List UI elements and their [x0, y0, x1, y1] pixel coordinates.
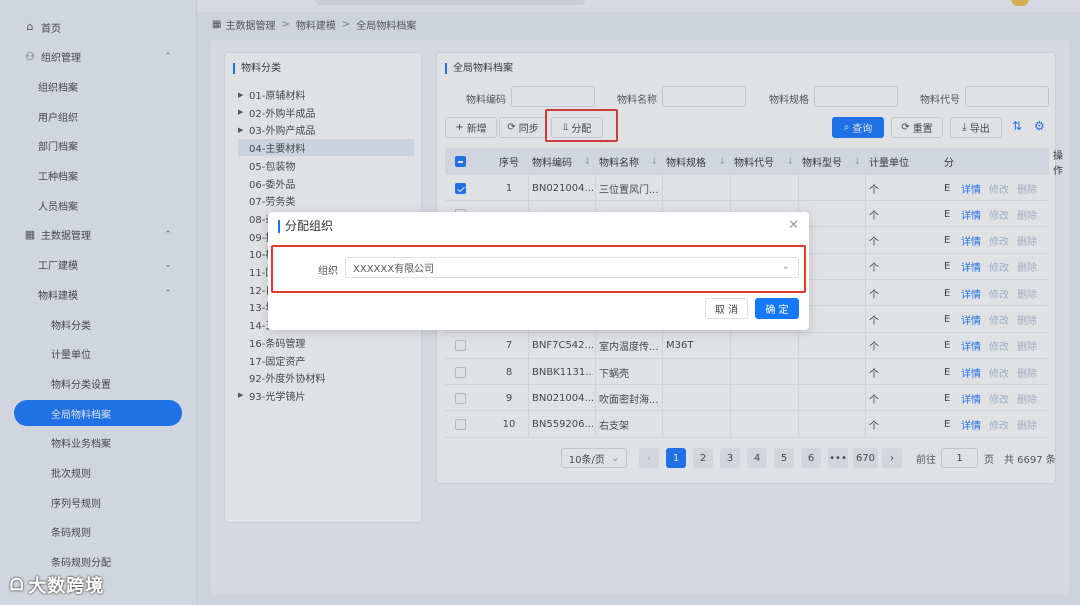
cancel-button[interactable]: 取 消 [705, 298, 748, 319]
dialog-title: 分配组织 [278, 220, 333, 233]
close-icon[interactable]: ✕ [788, 218, 799, 233]
confirm-button[interactable]: 确 定 [755, 298, 799, 319]
brand-logo-icon: ᗝ [10, 575, 25, 594]
watermark: ᗝ 大数跨境 [10, 575, 105, 597]
highlight-org-select [271, 245, 806, 293]
